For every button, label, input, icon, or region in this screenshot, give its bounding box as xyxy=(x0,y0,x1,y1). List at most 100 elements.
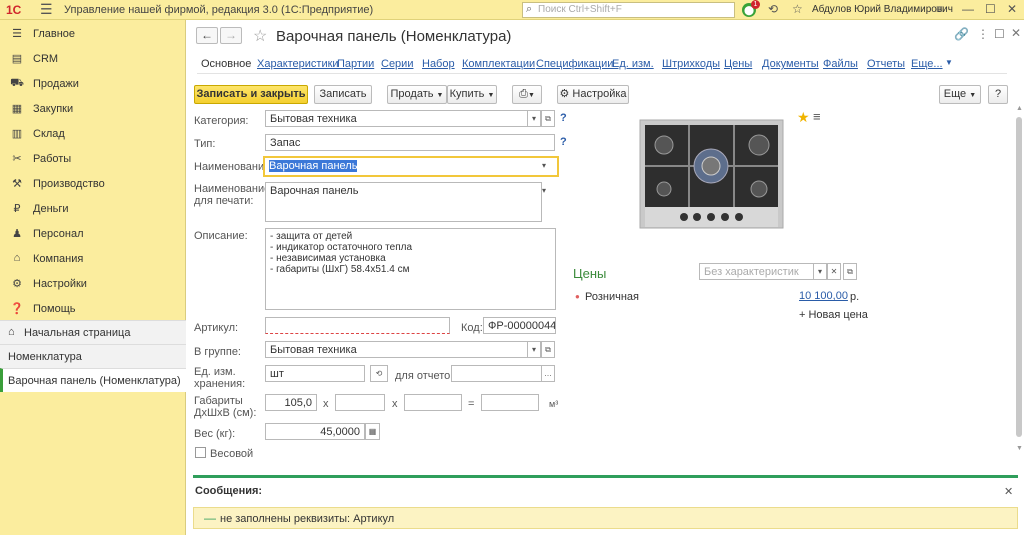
group-field[interactable]: Бытовая техника xyxy=(265,341,528,358)
close-messages-icon[interactable]: ✕ xyxy=(1004,485,1013,498)
unit-history-icon[interactable]: ⟲ xyxy=(370,365,388,382)
type-field[interactable]: Запас xyxy=(265,134,555,151)
sidebar-item-main[interactable]: ☰ Главное xyxy=(0,22,186,46)
print-button[interactable]: ⎙▼ xyxy=(512,85,542,104)
characteristic-field[interactable]: Без характеристик xyxy=(699,263,814,280)
form-scrollbar[interactable]: ▲ ▼ xyxy=(1015,105,1023,465)
sidebar-item-production[interactable]: ⚒ Производство xyxy=(0,172,186,196)
sidebar-item-company[interactable]: ⌂ Компания xyxy=(0,247,186,271)
sidebar-item-works[interactable]: ✂ Работы xyxy=(0,147,186,171)
tab-units[interactable]: Ед. изм. xyxy=(612,58,654,70)
more-actions-icon[interactable]: ⋮ xyxy=(977,27,989,41)
characteristic-clear-icon[interactable]: ✕ xyxy=(827,263,841,280)
group-open-icon[interactable]: ⧉ xyxy=(541,341,555,358)
sidebar-item-label: Закупки xyxy=(33,103,74,115)
weighted-checkbox[interactable] xyxy=(195,447,206,458)
home-page-link[interactable]: ⌂ Начальная страница xyxy=(0,320,186,344)
save-and-close-button[interactable]: Записать и закрыть xyxy=(194,85,308,104)
name-dropdown-icon[interactable]: ▾ xyxy=(542,161,546,170)
tab-files[interactable]: Файлы xyxy=(823,58,858,70)
user-settings-icon[interactable]: ≡ xyxy=(936,2,943,16)
price-amount-link[interactable]: 10 100,00 xyxy=(799,290,848,302)
save-button[interactable]: Записать xyxy=(314,85,372,104)
description-field[interactable]: - защита от детей - индикатор остаточног… xyxy=(265,228,556,310)
tab-series[interactable]: Серии xyxy=(381,58,413,70)
print-name-dropdown-icon[interactable]: ▾ xyxy=(542,186,546,195)
category-field[interactable]: Бытовая техника xyxy=(265,110,528,127)
scroll-up-icon[interactable]: ▲ xyxy=(1016,105,1023,112)
forward-button[interactable]: → xyxy=(220,27,242,44)
sidebar-item-settings[interactable]: ⚙ Настройки xyxy=(0,272,186,296)
sidebar-item-purchases[interactable]: ▦ Закупки xyxy=(0,97,186,121)
more-button[interactable]: Еще ▼ xyxy=(939,85,981,104)
close-form-icon[interactable]: ✕ xyxy=(1011,26,1021,40)
tab-specifications[interactable]: Спецификации xyxy=(536,58,613,70)
close-window-icon[interactable]: ✕ xyxy=(1007,2,1017,16)
settings-button[interactable]: ⚙ Настройка xyxy=(557,85,629,104)
type-help-icon[interactable]: ? xyxy=(560,136,567,148)
dimension-equals-sign: = xyxy=(468,398,475,410)
open-window-nomenclature[interactable]: Номенклатура xyxy=(0,344,186,368)
print-name-field[interactable]: Варочная панель xyxy=(265,182,542,222)
sell-button[interactable]: Продать ▼ xyxy=(387,85,447,104)
tab-more-chevron-icon[interactable]: ▼ xyxy=(945,58,953,67)
calculator-icon[interactable]: ▦ xyxy=(365,423,380,440)
dimension-width-field[interactable] xyxy=(335,394,385,411)
tab-kits[interactable]: Комплектации xyxy=(462,58,535,70)
code-field[interactable]: ФР-00000044 xyxy=(483,317,556,334)
dimension-height-field[interactable] xyxy=(404,394,462,411)
minimize-icon[interactable]: — xyxy=(962,2,974,16)
link-icon[interactable]: 🔗 xyxy=(954,27,969,41)
characteristic-dropdown-icon[interactable]: ▾ xyxy=(813,263,827,280)
new-price-link[interactable]: + Новая цена xyxy=(799,309,868,321)
sidebar-item-help[interactable]: ❓ Помощь xyxy=(0,297,186,321)
tab-prices[interactable]: Цены xyxy=(724,58,752,70)
scrollbar-thumb[interactable] xyxy=(1016,117,1022,437)
report-unit-select-icon[interactable]: … xyxy=(541,365,555,382)
global-search-input[interactable]: ⌕ Поиск Ctrl+Shift+F xyxy=(522,2,735,18)
history-icon[interactable]: ⟲ xyxy=(768,2,778,16)
tab-characteristics[interactable]: Характеристики xyxy=(257,58,339,70)
characteristic-open-icon[interactable]: ⧉ xyxy=(843,263,857,280)
group-dropdown-icon[interactable]: ▾ xyxy=(527,341,541,358)
filter-list-icon[interactable]: ≡ xyxy=(813,109,821,124)
help-button[interactable]: ? xyxy=(988,85,1008,104)
tab-reports[interactable]: Отчеты xyxy=(867,58,905,70)
name-field[interactable]: Варочная панель xyxy=(263,156,559,177)
weight-field[interactable]: 45,0000 xyxy=(265,423,365,440)
main-menu-icon[interactable]: ☰ xyxy=(40,1,53,18)
dimension-length-field[interactable]: 105,0 xyxy=(265,394,317,411)
unit-field[interactable]: шт xyxy=(265,365,365,382)
category-help-icon[interactable]: ? xyxy=(560,112,567,124)
buy-button[interactable]: Купить ▼ xyxy=(447,85,497,104)
volume-field[interactable] xyxy=(481,394,539,411)
tab-main[interactable]: Основное xyxy=(201,58,251,70)
article-field[interactable] xyxy=(265,317,450,334)
category-open-icon[interactable]: ⧉ xyxy=(541,110,555,127)
tab-batches[interactable]: Партии xyxy=(337,58,374,70)
star-icon[interactable]: ★ xyxy=(797,109,810,126)
report-unit-field[interactable] xyxy=(451,365,542,382)
maximize-form-icon[interactable]: ☐ xyxy=(994,27,1005,41)
sidebar-item-money[interactable]: ₽ Деньги xyxy=(0,197,186,221)
message-row[interactable]: — не заполнены реквизиты: Артикул xyxy=(193,507,1018,529)
favorite-star-icon[interactable]: ☆ xyxy=(253,26,267,46)
back-button[interactable]: ← xyxy=(196,27,218,44)
tab-documents[interactable]: Документы xyxy=(762,58,819,70)
tab-more[interactable]: Еще... xyxy=(911,58,943,70)
tab-set[interactable]: Набор xyxy=(422,58,455,70)
scroll-down-icon[interactable]: ▼ xyxy=(1016,445,1023,452)
category-dropdown-icon[interactable]: ▾ xyxy=(527,110,541,127)
tab-barcodes[interactable]: Штрихкоды xyxy=(662,58,720,70)
sidebar-item-sales[interactable]: ⛟ Продажи xyxy=(0,72,186,96)
description-line: - индикатор остаточного тепла xyxy=(270,242,413,253)
open-window-current[interactable]: Варочная панель (Номенклатура) xyxy=(0,368,186,392)
sidebar-item-personnel[interactable]: ♟ Персонал xyxy=(0,222,186,246)
favorites-star-icon[interactable]: ☆ xyxy=(792,2,803,16)
help-icon: ❓ xyxy=(10,303,24,315)
user-name[interactable]: Абдулов Юрий Владимирович xyxy=(812,4,953,15)
sidebar-item-warehouse[interactable]: ▥ Склад xyxy=(0,122,186,146)
sidebar-item-crm[interactable]: ▤ CRM xyxy=(0,47,186,71)
maximize-icon[interactable]: ☐ xyxy=(985,2,996,16)
search-icon: ⌕ xyxy=(526,3,533,15)
